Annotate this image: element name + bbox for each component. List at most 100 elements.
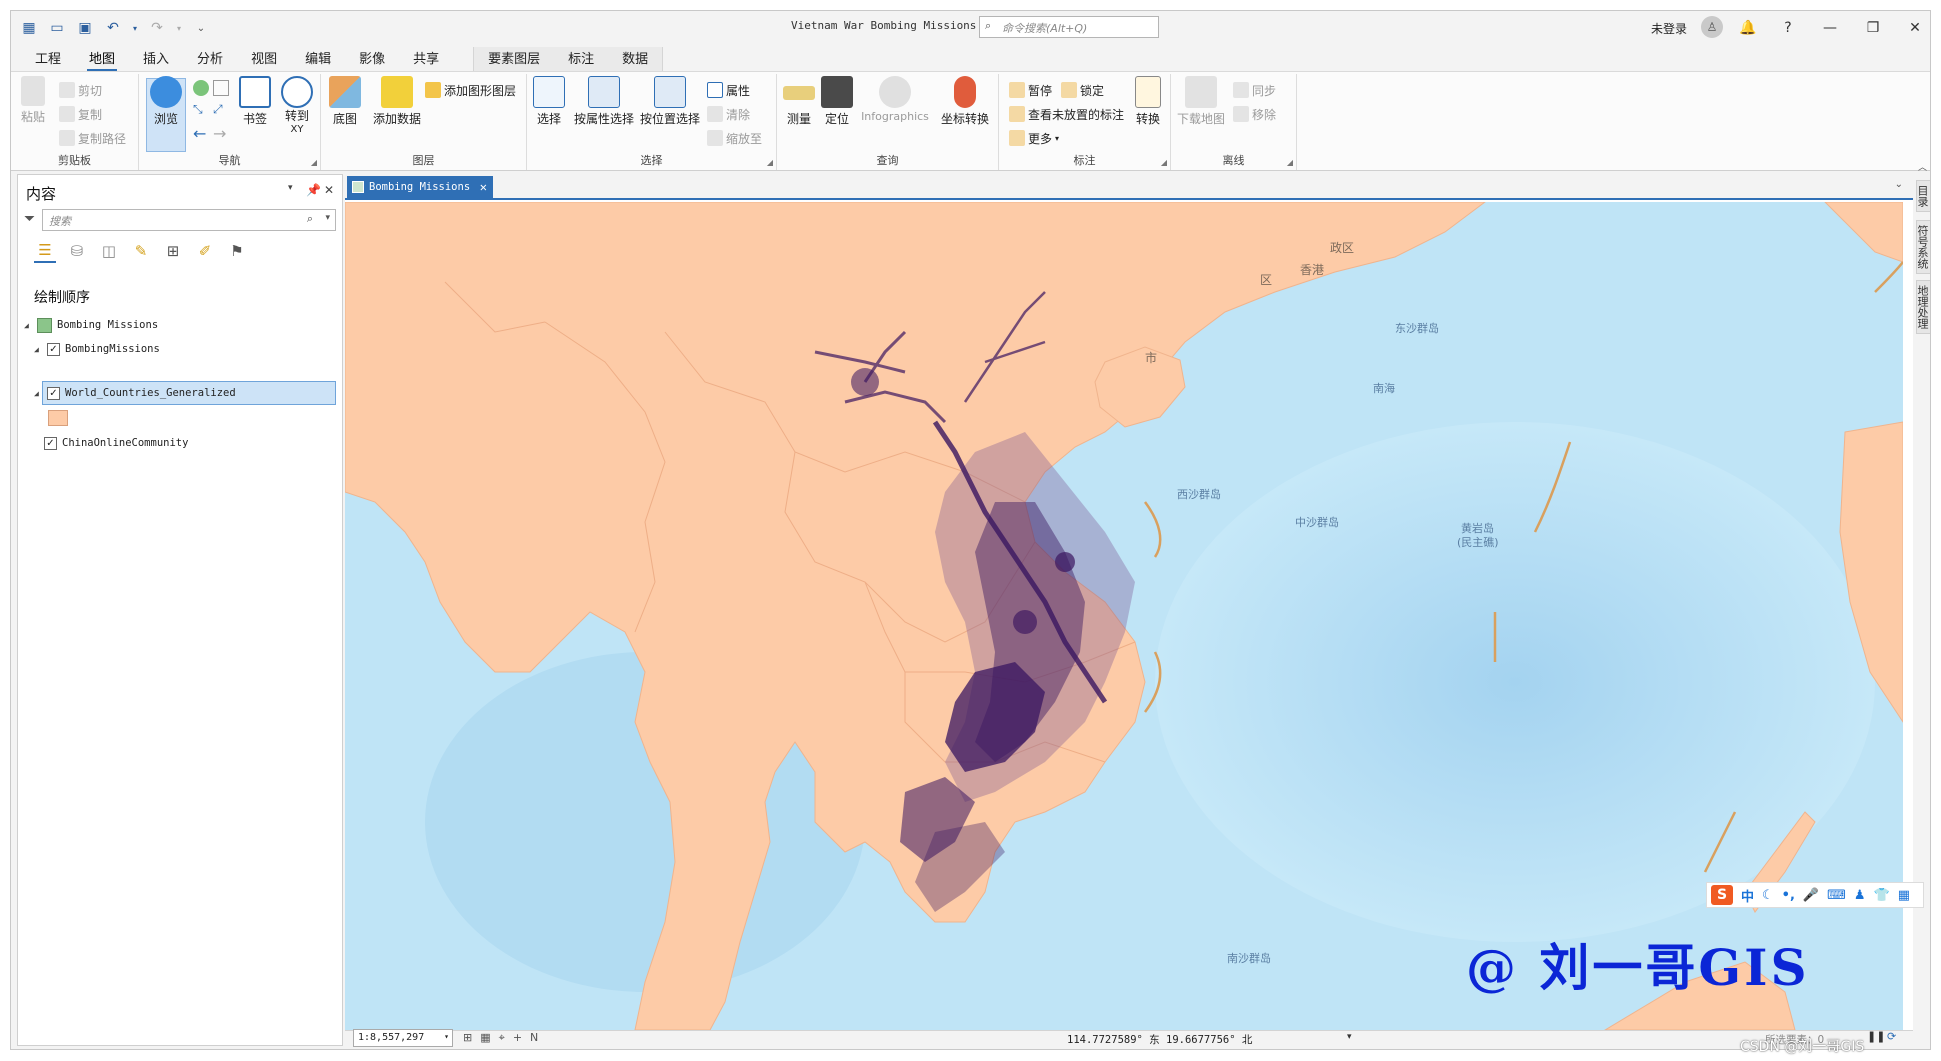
tab-insert[interactable]: 插入 xyxy=(129,48,183,71)
next-extent-icon[interactable]: → xyxy=(213,124,226,143)
list-by-perspective-icon[interactable]: ⚑ xyxy=(226,239,248,263)
zoom-to-selection-icon[interactable]: ⤡ xyxy=(193,102,203,117)
undo-icon[interactable]: ↶ xyxy=(103,18,123,38)
ime-toolbar[interactable]: S 中 ☾ •, 🎤 ⌨ ♟ 👕 ▦ xyxy=(1706,882,1924,908)
dock-collapse-icon[interactable]: ︿ xyxy=(1918,160,1927,173)
redo-dropdown-icon[interactable]: ▾ xyxy=(175,18,183,38)
dock-tab-geoprocessing[interactable]: 地理处理 xyxy=(1916,280,1930,334)
collapse-icon[interactable]: ◢ xyxy=(34,345,42,354)
layer-row-china-online-community[interactable]: ✓ ChinaOnlineCommunity xyxy=(44,433,188,453)
layer-row-world-countries[interactable]: ◢ ✓ World_Countries_Generalized xyxy=(34,383,236,403)
moon-icon[interactable]: ☾ xyxy=(1762,888,1774,903)
customize-qat-icon[interactable]: ⌄ xyxy=(191,18,211,38)
help-icon[interactable]: ? xyxy=(1777,17,1799,39)
tab-map[interactable]: 地图 xyxy=(75,48,129,71)
infographics-button[interactable]: Infographics xyxy=(857,76,933,142)
redo-icon[interactable]: ↷ xyxy=(147,18,167,38)
coordinate-conversion-button[interactable]: 坐标转换 xyxy=(935,76,995,142)
collapse-icon[interactable]: ◢ xyxy=(24,321,32,330)
more-labeling-button[interactable]: 更多 ▾ xyxy=(1009,128,1059,148)
snapping-icon[interactable]: ⌖ xyxy=(499,1031,505,1045)
lock-labeling-button[interactable]: 锁定 xyxy=(1061,80,1104,100)
ime-language[interactable]: 中 xyxy=(1741,886,1754,905)
layer-visibility-checkbox[interactable]: ✓ xyxy=(47,386,60,400)
dock-tab-symbology[interactable]: 符号系统 xyxy=(1916,220,1930,274)
zoom-to-selection-button[interactable]: 缩放至 xyxy=(707,128,762,148)
convert-labels-button[interactable]: 转换 xyxy=(1129,76,1167,142)
add-graphics-layer-button[interactable]: 添加图形图层 xyxy=(425,80,516,100)
measure-button[interactable]: 测量 xyxy=(781,76,817,142)
fixed-scale-icon[interactable]: ⊞ xyxy=(463,1031,472,1045)
tab-list-dropdown-icon[interactable]: ⌄ xyxy=(1895,179,1903,190)
user-icon[interactable]: ♟ xyxy=(1854,888,1866,903)
cut-button[interactable]: 剪切 xyxy=(59,80,102,100)
full-extent-icon[interactable] xyxy=(193,80,209,96)
search-options-dropdown-icon[interactable]: ▾ xyxy=(325,213,330,223)
list-by-drawing-order-icon[interactable]: ☰ xyxy=(34,239,56,263)
tab-data[interactable]: 数据 xyxy=(608,48,662,71)
layer-row-bombing-missions[interactable]: ◢ ✓ BombingMissions xyxy=(34,339,160,359)
fixed-zoom-out-icon[interactable]: ⤢ xyxy=(213,102,223,117)
undo-dropdown-icon[interactable]: ▾ xyxy=(131,18,139,38)
paste-button[interactable]: 粘贴 xyxy=(15,76,51,142)
crosshair-icon[interactable]: + xyxy=(513,1031,522,1045)
clear-selection-button[interactable]: 清除 xyxy=(707,104,750,124)
map-canvas[interactable]: 香港 区 政区 市 东沙群岛 南海 西沙群岛 中沙群岛 黄岩岛 (民主礁) 南沙… xyxy=(345,202,1903,1030)
dock-tab-catalog[interactable]: 目录 xyxy=(1916,180,1930,212)
navigate-launcher-icon[interactable]: ◢ xyxy=(311,158,317,167)
contents-search-input[interactable]: 搜索 ⌕ ▾ xyxy=(42,209,336,231)
save-project-icon[interactable]: ▣ xyxy=(75,18,95,38)
tab-view[interactable]: 视图 xyxy=(237,48,291,71)
user-avatar-icon[interactable]: ♙ xyxy=(1701,16,1723,38)
labeling-launcher-icon[interactable]: ◢ xyxy=(1161,158,1167,167)
attributes-button[interactable]: 属性 xyxy=(707,80,750,100)
basemap-button[interactable]: 底图 xyxy=(325,76,365,142)
add-data-button[interactable]: 添加数据 xyxy=(369,76,425,142)
copy-path-button[interactable]: 复制路径 xyxy=(59,128,126,148)
locate-button[interactable]: 定位 xyxy=(819,76,855,142)
punctuation-icon[interactable]: •, xyxy=(1782,888,1795,903)
remove-offline-button[interactable]: 移除 xyxy=(1233,104,1276,124)
tab-share[interactable]: 共享 xyxy=(399,48,453,71)
view-unplaced-labels-button[interactable]: 查看未放置的标注 xyxy=(1009,104,1124,124)
coordinate-format-dropdown-icon[interactable]: ▾ xyxy=(1347,1032,1352,1042)
pause-drawing-icon[interactable]: ❚❚ xyxy=(1867,1030,1885,1043)
tab-imagery[interactable]: 影像 xyxy=(345,48,399,71)
notifications-icon[interactable]: 🔔 xyxy=(1737,17,1759,39)
list-by-editing-icon[interactable]: ✎ xyxy=(130,239,152,263)
list-by-selection-icon[interactable]: ◫ xyxy=(98,239,120,263)
north-arrow-icon[interactable]: N xyxy=(530,1031,538,1045)
close-pane-icon[interactable]: ✕ xyxy=(324,183,334,197)
close-tab-icon[interactable]: ✕ xyxy=(480,180,487,194)
layer-visibility-checkbox[interactable]: ✓ xyxy=(44,436,57,450)
restore-icon[interactable]: ❐ xyxy=(1862,17,1884,39)
sign-in-status[interactable]: 未登录 xyxy=(1651,20,1687,37)
collapse-icon[interactable]: ◢ xyxy=(34,389,42,398)
microphone-icon[interactable]: 🎤 xyxy=(1803,888,1819,903)
select-button[interactable]: 选择 xyxy=(531,76,567,142)
copy-button[interactable]: 复制 xyxy=(59,104,102,124)
offline-launcher-icon[interactable]: ◢ xyxy=(1287,158,1293,167)
pin-icon[interactable]: 📌 xyxy=(306,183,321,197)
tab-labeling[interactable]: 标注 xyxy=(554,48,608,71)
command-search-input[interactable]: ⌕ 命令搜索(Alt+Q) xyxy=(979,16,1159,38)
map-tab-bombing-missions[interactable]: Bombing Missions ✕ xyxy=(347,176,493,200)
map-node[interactable]: ◢ Bombing Missions xyxy=(24,315,158,335)
sync-button[interactable]: 同步 xyxy=(1233,80,1276,100)
list-by-snapping-icon[interactable]: ⊞ xyxy=(162,239,184,263)
select-by-location-button[interactable]: 按位置选择 xyxy=(639,76,701,142)
toolbox-icon[interactable]: ▦ xyxy=(1898,888,1910,903)
tab-feature-layer[interactable]: 要素图层 xyxy=(474,48,554,71)
tab-analysis[interactable]: 分析 xyxy=(183,48,237,71)
layer-visibility-checkbox[interactable]: ✓ xyxy=(47,342,60,356)
list-by-labeling-icon[interactable]: ✐ xyxy=(194,239,216,263)
minimize-icon[interactable]: — xyxy=(1819,17,1841,39)
tab-project[interactable]: 工程 xyxy=(21,48,75,71)
selection-launcher-icon[interactable]: ◢ xyxy=(767,158,773,167)
world-countries-symbol-swatch[interactable] xyxy=(48,410,68,426)
filter-icon[interactable]: ⏷ xyxy=(24,211,35,227)
fixed-zoom-in-icon[interactable] xyxy=(213,80,229,96)
pause-labeling-button[interactable]: 暂停 xyxy=(1009,80,1052,100)
goto-xy-button[interactable]: 转到 XY xyxy=(277,76,317,142)
scale-selector[interactable]: 1:8,557,297 ▾ xyxy=(353,1029,453,1047)
